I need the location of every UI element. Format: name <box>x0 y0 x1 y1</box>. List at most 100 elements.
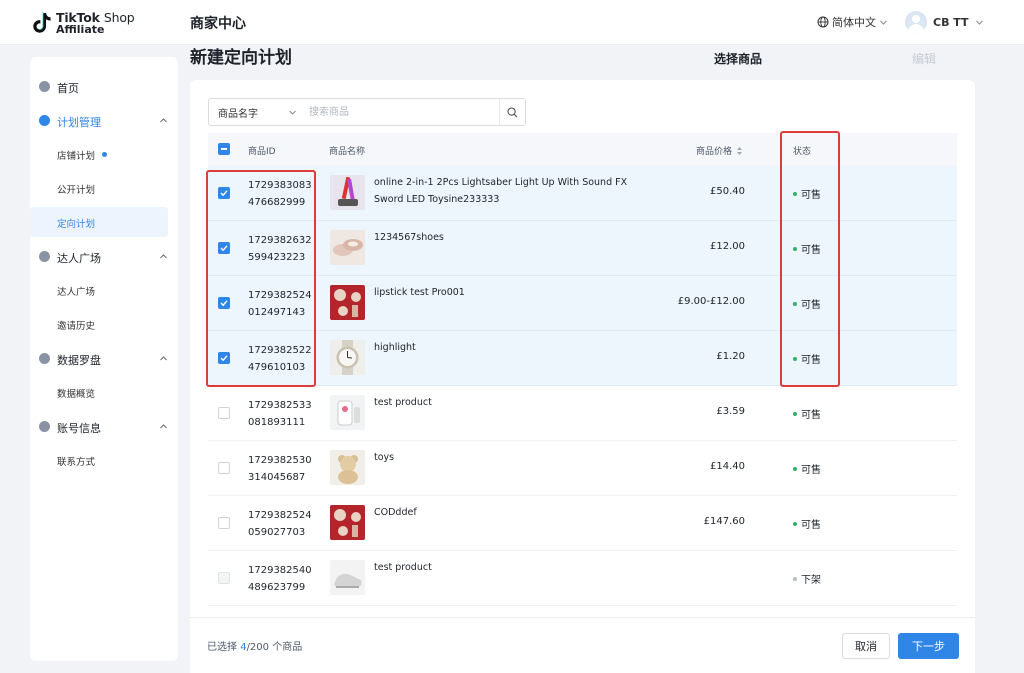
status-label: 下架 <box>801 575 821 586</box>
sidebar-group-label: 达人广场 <box>57 252 101 265</box>
product-name: 1234567shoes <box>374 232 444 243</box>
table-row[interactable]: 1729382533 081893111 test product £3.59 可… <box>208 386 957 441</box>
sidebar-group-creator-square[interactable]: 达人广场 <box>30 244 178 270</box>
card-footer: 已选择 4/200 个商品 取消 下一步 <box>190 617 975 673</box>
row-checkbox[interactable] <box>218 407 230 419</box>
status-badge: 可售 <box>793 296 821 311</box>
sidebar-group-label: 账号信息 <box>57 422 101 435</box>
product-id-part2: 081893111 <box>248 417 306 428</box>
table-row[interactable]: 1729382524 059027703 CODddef £147.60 可售 <box>208 496 957 551</box>
product-id-part1: 1729382533 <box>248 400 312 411</box>
product-name: toys <box>374 452 395 463</box>
product-id: 1729382524 012497143 <box>248 287 318 321</box>
product-selection-card: 商品名字 商品ID 商品名称 商品价格 状态 1729383083 4766829… <box>190 80 975 673</box>
sidebar-group-label: 数据罗盘 <box>57 354 101 367</box>
sidebar-item-label: 数据概览 <box>57 389 96 400</box>
step-edit: 编辑 <box>912 52 937 66</box>
product-id-part1: 1729382524 <box>248 510 312 521</box>
column-header-id: 商品ID <box>248 147 276 157</box>
product-name: test product <box>374 562 432 573</box>
product-thumbnail-cosmetics <box>330 505 365 540</box>
product-name: test product <box>374 397 432 408</box>
table-row[interactable]: 1729383083 476682999 online 2-in-1 2Pcs L… <box>208 166 957 221</box>
sidebar-group-data-compass[interactable]: 数据罗盘 <box>30 346 178 372</box>
row-checkbox[interactable] <box>218 187 230 199</box>
sidebar-item-invite-history[interactable]: 邀请历史 <box>30 309 168 339</box>
product-id-part2: 059027703 <box>248 527 306 538</box>
status-dot <box>793 246 797 251</box>
product-id: 1729382530 314045687 <box>248 452 318 486</box>
table-row[interactable]: 1729382530 314045687 toys £14.40 可售 <box>208 441 957 496</box>
table-row[interactable]: 1729382524 012497143 lipstick test Pro001… <box>208 276 957 331</box>
status-label: 可售 <box>801 245 821 256</box>
search-input[interactable] <box>307 99 499 125</box>
chevron-down-icon <box>975 20 983 25</box>
status-badge: 可售 <box>793 241 821 256</box>
column-header-status: 状态 <box>793 147 812 157</box>
sidebar: 首页 计划管理 店铺计划 公开计划 定向计划 达人广场 达人广场 邀请历史 数据… <box>30 57 178 661</box>
sidebar-group-account-info[interactable]: 账号信息 <box>30 414 178 440</box>
row-checkbox[interactable] <box>218 462 230 474</box>
status-dot <box>793 521 797 526</box>
top-bar: TikTok Shop Affiliate 商家中心 简体中文 CB TT <box>0 0 1024 45</box>
product-price: £3.59 <box>716 406 745 417</box>
sidebar-item-home[interactable]: 首页 <box>30 74 178 100</box>
check-icon <box>220 355 228 362</box>
row-checkbox[interactable] <box>218 297 230 309</box>
sidebar-item-targeted-plan[interactable]: 定向计划 <box>30 207 168 237</box>
globe-icon <box>817 16 829 28</box>
selection-count: 已选择 4/200 个商品 <box>207 638 302 653</box>
sidebar-item-contact[interactable]: 联系方式 <box>30 445 168 475</box>
next-step-button[interactable]: 下一步 <box>898 633 959 659</box>
user-name: CB TT <box>933 15 969 29</box>
product-price: £1.20 <box>716 351 745 362</box>
cancel-button[interactable]: 取消 <box>842 633 890 659</box>
product-thumbnail-device <box>330 395 365 430</box>
status-label: 可售 <box>801 300 821 311</box>
product-id: 1729382632 599423223 <box>248 232 318 266</box>
sidebar-group-plan-management[interactable]: 计划管理 <box>30 108 178 134</box>
product-id-part2: 489623799 <box>248 582 306 593</box>
row-checkbox[interactable] <box>218 352 230 364</box>
search-field-select[interactable]: 商品名字 <box>209 99 307 125</box>
chevron-up-icon <box>160 356 167 361</box>
search-button[interactable] <box>499 99 525 125</box>
row-checkbox[interactable] <box>218 242 230 254</box>
page-title: 新建定向计划 <box>190 48 292 68</box>
sidebar-item-label: 首页 <box>57 82 79 95</box>
status-dot <box>793 411 797 416</box>
language-label: 简体中文 <box>832 16 876 29</box>
check-icon <box>220 300 228 307</box>
column-header-name: 商品名称 <box>329 147 366 157</box>
home-icon <box>39 81 50 92</box>
tiktok-shop-affiliate-logo[interactable]: TikTok Shop Affiliate <box>32 10 135 38</box>
table-row[interactable]: 1729382540 489623799 test product 下架 <box>208 551 957 606</box>
search-bar: 商品名字 <box>208 98 526 126</box>
product-price: £147.60 <box>703 516 745 527</box>
language-switcher[interactable]: 简体中文 <box>817 14 888 30</box>
status-badge: 可售 <box>793 461 821 476</box>
product-thumbnail-lightsaber <box>330 175 365 210</box>
row-checkbox[interactable] <box>218 517 230 529</box>
column-header-price[interactable]: 商品价格 <box>696 144 743 157</box>
status-badge: 可售 <box>793 406 821 421</box>
sidebar-item-store-plan[interactable]: 店铺计划 <box>30 139 168 169</box>
product-price: £50.40 <box>710 186 745 197</box>
search-field-label: 商品名字 <box>218 108 258 120</box>
selection-prefix: 已选择 <box>207 642 237 653</box>
step-select-products: 选择商品 <box>714 52 763 66</box>
sidebar-group-label: 计划管理 <box>57 116 101 129</box>
table-row[interactable]: 1729382522 479610103 highlight £1.20 可售 <box>208 331 957 386</box>
status-badge: 下架 <box>793 571 821 586</box>
product-thumbnail-sneaker <box>330 560 365 595</box>
product-price: £14.40 <box>710 461 745 472</box>
status-label: 可售 <box>801 410 821 421</box>
sidebar-item-public-plan[interactable]: 公开计划 <box>30 173 168 203</box>
sidebar-item-creator-square[interactable]: 达人广场 <box>30 275 168 305</box>
select-all-checkbox[interactable] <box>218 143 230 155</box>
row-checkbox <box>218 572 230 584</box>
table-row[interactable]: 1729382632 599423223 1234567shoes £12.00 … <box>208 221 957 276</box>
selection-total: /200 <box>246 642 270 653</box>
user-menu[interactable]: CB TT <box>905 11 984 33</box>
sidebar-item-data-overview[interactable]: 数据概览 <box>30 377 168 407</box>
